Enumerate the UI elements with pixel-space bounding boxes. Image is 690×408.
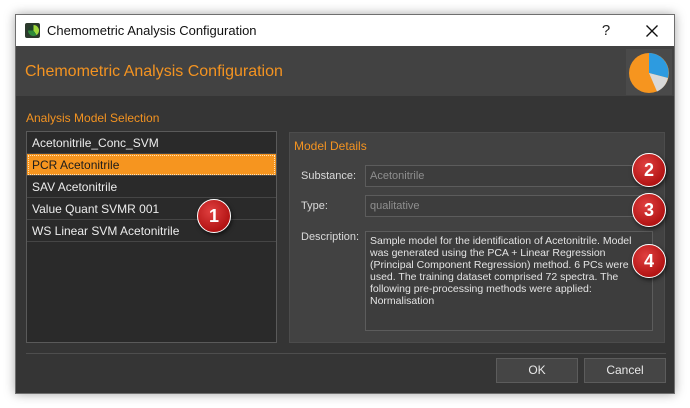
cancel-button[interactable]: Cancel: [584, 358, 666, 383]
callout-badge-4: 4: [632, 244, 666, 278]
pie-chart-logo-icon: [626, 49, 672, 95]
description-label: Description:: [301, 231, 360, 243]
close-icon: [646, 25, 658, 37]
type-field[interactable]: qualitative: [365, 195, 653, 217]
window-title: Chemometric Analysis Configuration: [47, 23, 257, 38]
list-item[interactable]: Value Quant SVMR 001: [27, 198, 276, 220]
callout-badge-3: 3: [632, 193, 666, 227]
page-title: Chemometric Analysis Configuration: [25, 63, 283, 80]
footer-divider: [26, 353, 666, 354]
header-banner: Chemometric Analysis Configuration: [16, 46, 674, 96]
ok-button[interactable]: OK: [496, 358, 578, 383]
app-icon: [25, 23, 40, 38]
model-selection-title: Analysis Model Selection: [26, 111, 160, 125]
substance-field[interactable]: Acetonitrile: [365, 165, 653, 187]
description-field[interactable]: Sample model for the identification of A…: [365, 231, 653, 331]
dialog-window: Chemometric Analysis Configuration ? Che…: [15, 14, 675, 394]
help-button[interactable]: ?: [596, 21, 616, 41]
close-button[interactable]: [632, 18, 672, 44]
list-item-selected[interactable]: PCR Acetonitrile: [27, 154, 276, 176]
model-details-panel: Model Details Substance: Acetonitrile Ty…: [289, 132, 665, 343]
type-label: Type:: [301, 200, 328, 212]
list-item[interactable]: SAV Acetonitrile: [27, 176, 276, 198]
list-item[interactable]: WS Linear SVM Acetonitrile: [27, 220, 276, 242]
model-list[interactable]: Acetonitrile_Conc_SVM PCR Acetonitrile S…: [26, 131, 277, 343]
title-bar: Chemometric Analysis Configuration ?: [16, 15, 674, 47]
callout-badge-2: 2: [632, 153, 666, 187]
list-item[interactable]: Acetonitrile_Conc_SVM: [27, 132, 276, 154]
callout-badge-1: 1: [197, 199, 231, 233]
substance-label: Substance:: [301, 170, 357, 182]
model-details-title: Model Details: [294, 139, 367, 153]
